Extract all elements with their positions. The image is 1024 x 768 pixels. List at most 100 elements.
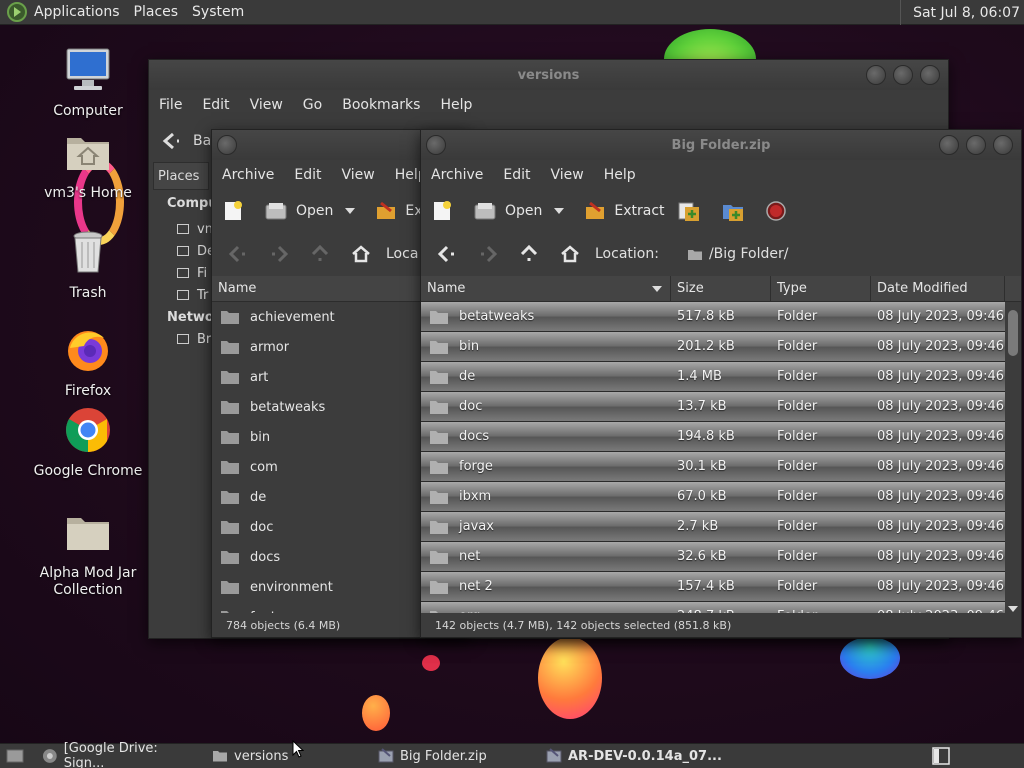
- column-name-header[interactable]: Name: [421, 276, 671, 301]
- open-button[interactable]: Open: [473, 201, 542, 221]
- forward-button[interactable]: [263, 239, 295, 269]
- stop-button[interactable]: [765, 200, 795, 222]
- taskbar-item-ar-dev[interactable]: AR-DEV-0.0.14a_07...: [540, 744, 750, 768]
- add-folder-button[interactable]: [721, 199, 753, 223]
- column-date-header[interactable]: Date Modified: [871, 276, 1005, 301]
- row-type: Folder: [777, 459, 818, 474]
- menu-view[interactable]: View: [342, 167, 375, 183]
- open-button[interactable]: Open: [264, 201, 333, 221]
- column-size-header[interactable]: Size: [671, 276, 771, 301]
- desktop-icon-chrome[interactable]: Google Chrome: [28, 406, 148, 480]
- extract-button[interactable]: Ex: [375, 201, 423, 221]
- maximize-button[interactable]: [893, 65, 913, 85]
- status-bar: 142 objects (4.7 MB), 142 objects select…: [421, 613, 1021, 637]
- window-menu-button[interactable]: [217, 135, 237, 155]
- column-type-header[interactable]: Type: [771, 276, 871, 301]
- folder-icon: [221, 491, 239, 504]
- table-row[interactable]: bin 201.2 kB Folder 08 July 2023, 09:46: [421, 332, 1005, 362]
- table-row[interactable]: net 2 157.4 kB Folder 08 July 2023, 09:46: [421, 572, 1005, 602]
- table-row[interactable]: ibxm 67.0 kB Folder 08 July 2023, 09:46: [421, 482, 1005, 512]
- extract-button[interactable]: Extract: [584, 201, 665, 221]
- folder-icon: [430, 580, 448, 594]
- open-archive-icon: [474, 203, 496, 220]
- menu-file[interactable]: File: [159, 97, 182, 113]
- desktop-icon-home[interactable]: vm3's Home: [28, 128, 148, 202]
- close-button[interactable]: [920, 65, 940, 85]
- menu-edit[interactable]: Edit: [503, 167, 530, 183]
- scroll-down-arrow-icon[interactable]: [1008, 606, 1018, 612]
- desktop-icon-label: Firefox: [64, 383, 112, 399]
- archive-main-menubar: Archive Edit View Help: [421, 160, 1021, 190]
- row-size: 194.8 kB: [677, 429, 735, 444]
- applications-menu[interactable]: Applications: [34, 4, 120, 20]
- home-button[interactable]: [554, 239, 586, 269]
- table-row[interactable]: de 1.4 MB Folder 08 July 2023, 09:46: [421, 362, 1005, 392]
- row-type: Folder: [777, 309, 818, 324]
- open-dropdown-button[interactable]: [554, 207, 572, 215]
- minimize-button[interactable]: [939, 135, 959, 155]
- add-files-button[interactable]: [677, 199, 709, 223]
- row-size: 30.1 kB: [677, 459, 727, 474]
- system-menu[interactable]: System: [192, 4, 244, 20]
- back-button-label[interactable]: Ba: [193, 133, 211, 149]
- versions-menubar: File Edit View Go Bookmarks Help: [149, 90, 948, 120]
- new-archive-button[interactable]: [431, 200, 461, 222]
- menu-go[interactable]: Go: [303, 97, 322, 113]
- item-name: docs: [250, 549, 281, 565]
- row-name: javax: [459, 519, 494, 534]
- versions-titlebar[interactable]: versions: [149, 60, 948, 90]
- desktop-icon-trash[interactable]: Trash: [28, 228, 148, 302]
- back-arrow-icon[interactable]: [159, 129, 183, 153]
- location-path[interactable]: /Big Folder/: [709, 246, 789, 262]
- forward-button[interactable]: [472, 239, 504, 269]
- minimize-button[interactable]: [866, 65, 886, 85]
- desktop-icon-alpha-mod-jar[interactable]: Alpha Mod Jar Collection: [28, 508, 148, 599]
- close-button[interactable]: [993, 135, 1013, 155]
- menu-help[interactable]: Help: [440, 97, 472, 113]
- menu-archive[interactable]: Archive: [222, 167, 274, 183]
- distro-logo-icon[interactable]: [6, 1, 28, 23]
- taskbar-item-label: AR-DEV-0.0.14a_07...: [568, 748, 722, 764]
- maximize-button[interactable]: [966, 135, 986, 155]
- desktop-icon: [177, 246, 189, 256]
- menu-view[interactable]: View: [250, 97, 283, 113]
- up-button[interactable]: [513, 239, 545, 269]
- table-row[interactable]: docs 194.8 kB Folder 08 July 2023, 09:46: [421, 422, 1005, 452]
- window-title: versions: [517, 67, 580, 83]
- home-button[interactable]: [345, 239, 377, 269]
- taskbar-item-versions[interactable]: versions: [206, 744, 372, 768]
- clock[interactable]: Sat Jul 8, 06:07: [900, 0, 1024, 25]
- menu-bookmarks[interactable]: Bookmarks: [342, 97, 420, 113]
- archive-main-titlebar[interactable]: Big Folder.zip: [421, 130, 1021, 160]
- menu-view[interactable]: View: [551, 167, 584, 183]
- table-row[interactable]: betatweaks 517.8 kB Folder 08 July 2023, 09…: [421, 302, 1005, 332]
- menu-help[interactable]: Help: [604, 167, 636, 183]
- taskbar-item-chrome[interactable]: [Google Drive: Sign...: [36, 741, 206, 768]
- back-button[interactable]: [431, 239, 463, 269]
- table-row[interactable]: doc 13.7 kB Folder 08 July 2023, 09:46: [421, 392, 1005, 422]
- desktop-icon-firefox[interactable]: Firefox: [28, 326, 148, 400]
- menu-edit[interactable]: Edit: [294, 167, 321, 183]
- table-row[interactable]: net 32.6 kB Folder 08 July 2023, 09:46: [421, 542, 1005, 572]
- scrollbar-thumb[interactable]: [1008, 310, 1018, 356]
- open-dropdown-button[interactable]: [345, 207, 363, 215]
- taskbar-item-big-folder[interactable]: Big Folder.zip: [372, 744, 540, 768]
- table-row[interactable]: forge 30.1 kB Folder 08 July 2023, 09:46: [421, 452, 1005, 482]
- places-selector[interactable]: Places: [153, 162, 209, 190]
- back-button[interactable]: [222, 239, 254, 269]
- window-menu-button[interactable]: [426, 135, 446, 155]
- desktop-icon-computer[interactable]: Computer: [28, 46, 148, 120]
- show-desktop-button[interactable]: [0, 744, 36, 768]
- workspace-switcher[interactable]: [926, 744, 962, 768]
- up-button[interactable]: [304, 239, 336, 269]
- menu-archive[interactable]: Archive: [431, 167, 483, 183]
- vertical-scrollbar[interactable]: [1005, 302, 1021, 616]
- new-archive-button[interactable]: [222, 200, 252, 222]
- table-row[interactable]: javax 2.7 kB Folder 08 July 2023, 09:46: [421, 512, 1005, 542]
- folder-icon: [430, 520, 448, 534]
- row-name: net 2: [459, 579, 493, 594]
- row-size: 517.8 kB: [677, 309, 735, 324]
- places-menu[interactable]: Places: [134, 4, 179, 20]
- menu-edit[interactable]: Edit: [202, 97, 229, 113]
- home-icon: [561, 245, 579, 263]
